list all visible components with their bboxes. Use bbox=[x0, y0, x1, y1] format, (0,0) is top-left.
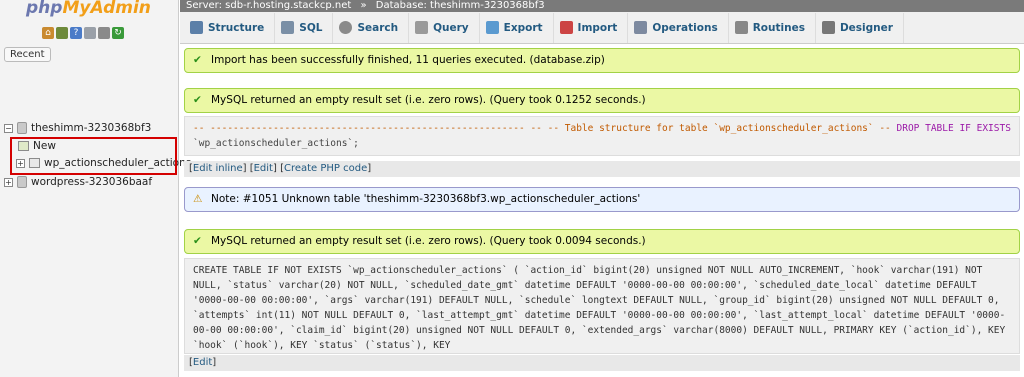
tab-export[interactable]: Export bbox=[480, 12, 554, 43]
sql-comment: -- -------------------------------------… bbox=[193, 123, 897, 134]
database-crumb[interactable]: Database: theshimm-3230368bf3 bbox=[376, 0, 545, 11]
tree-db-wordpress[interactable]: + wordpress-323036baaf bbox=[4, 174, 152, 190]
sql-keyword-drop: DROP TABLE bbox=[896, 123, 954, 134]
note-message: Note: #1051 Unknown table 'theshimm-3230… bbox=[184, 187, 1020, 212]
phpmyadmin-logo[interactable]: phpMyAdmin bbox=[26, 0, 151, 18]
query-links: [Edit inline] [Edit] [Create PHP code] bbox=[184, 161, 1020, 177]
main-content: Import has been successfully finished, 1… bbox=[180, 44, 1024, 377]
tab-search[interactable]: Search bbox=[333, 12, 410, 43]
routines-icon bbox=[734, 21, 748, 34]
nav-icon-bar: ⌂ ? ↻ bbox=[42, 27, 124, 39]
designer-icon bbox=[821, 21, 835, 34]
expand-icon[interactable]: + bbox=[4, 177, 13, 187]
tab-designer[interactable]: Designer bbox=[816, 12, 904, 43]
navigation-panel: phpMyAdmin ⌂ ? ↻ Recent − theshimm-32303… bbox=[0, 0, 191, 377]
sql-keyword-if-exists: IF EXISTS bbox=[959, 123, 1011, 134]
tab-import[interactable]: Import bbox=[554, 12, 629, 43]
query-icon bbox=[415, 21, 429, 34]
collapse-icon[interactable]: − bbox=[4, 123, 13, 133]
edit-link[interactable]: Edit bbox=[193, 357, 212, 368]
server-crumb[interactable]: Server: sdb-r.hosting.stackcp.net bbox=[186, 0, 351, 11]
sql-icon bbox=[281, 21, 295, 34]
reload-icon[interactable]: ↻ bbox=[112, 27, 124, 39]
export-icon bbox=[485, 21, 499, 34]
edit-link[interactable]: Edit bbox=[254, 163, 273, 174]
sql-table-name: `wp_actionscheduler_actions`; bbox=[193, 138, 359, 149]
database-icon bbox=[17, 176, 27, 188]
logout-icon[interactable] bbox=[56, 27, 68, 39]
tab-operations[interactable]: Operations bbox=[628, 12, 729, 43]
tab-routines[interactable]: Routines bbox=[729, 12, 816, 43]
help-icon[interactable]: ? bbox=[70, 27, 82, 39]
import-icon bbox=[559, 21, 573, 34]
query-result-message: MySQL returned an empty result set (i.e.… bbox=[184, 229, 1020, 254]
search-icon bbox=[339, 21, 353, 34]
query-links: [Edit] bbox=[184, 355, 1020, 371]
docs-icon[interactable] bbox=[84, 27, 96, 39]
create-table-sql: CREATE TABLE IF NOT EXISTS `wp_actionsch… bbox=[193, 265, 1006, 351]
recent-button[interactable]: Recent bbox=[4, 47, 51, 62]
home-icon[interactable]: ⌂ bbox=[42, 27, 54, 39]
tab-structure[interactable]: Structure bbox=[184, 12, 276, 43]
settings-icon[interactable] bbox=[98, 27, 110, 39]
wrench-icon bbox=[634, 21, 648, 34]
tree-db-label: theshimm-3230368bf3 bbox=[31, 122, 152, 134]
tab-bar: Structure SQL Search Query Export Import… bbox=[180, 12, 1024, 44]
highlight-box bbox=[10, 137, 177, 175]
tree-db-label: wordpress-323036baaf bbox=[31, 176, 153, 188]
structure-icon bbox=[190, 21, 203, 34]
import-success-message: Import has been successfully finished, 1… bbox=[184, 48, 1020, 73]
breadcrumb: Server: sdb-r.hosting.stackcp.net » Data… bbox=[180, 0, 1024, 12]
tab-query[interactable]: Query bbox=[409, 12, 480, 43]
edit-inline-link[interactable]: Edit inline bbox=[193, 163, 243, 174]
database-icon bbox=[17, 122, 27, 134]
query-result-message: MySQL returned an empty result set (i.e.… bbox=[184, 88, 1020, 113]
create-table-sql-box: CREATE TABLE IF NOT EXISTS `wp_actionsch… bbox=[184, 258, 1020, 354]
breadcrumb-separator: » bbox=[360, 0, 367, 11]
sql-query-box: -- -------------------------------------… bbox=[184, 116, 1020, 156]
tab-sql[interactable]: SQL bbox=[275, 12, 334, 43]
create-php-code-link[interactable]: Create PHP code bbox=[284, 163, 367, 174]
tree-db-theshimm[interactable]: − theshimm-3230368bf3 bbox=[4, 120, 151, 136]
